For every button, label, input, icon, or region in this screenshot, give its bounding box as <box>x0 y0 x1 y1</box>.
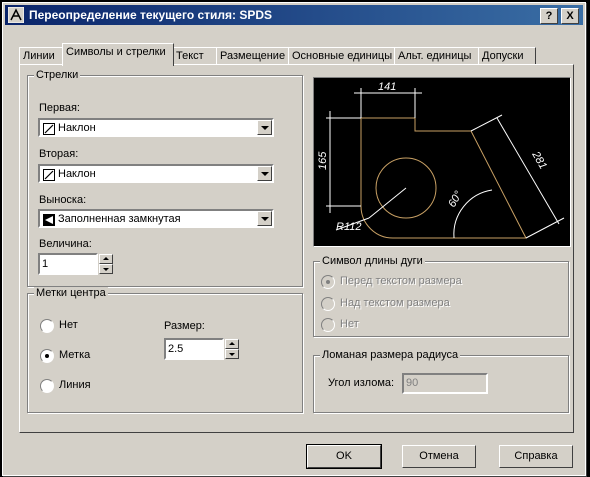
first-arrow-value: Наклон <box>58 122 96 134</box>
arc-symbol-above-radio[interactable]: Над текстом размера <box>321 297 521 311</box>
radius-jog-group: Ломаная размера радиуса Угол излома: 90 <box>313 349 569 413</box>
dim-141-text: 141 <box>378 81 396 93</box>
spin-down-button[interactable] <box>99 264 113 274</box>
first-arrow-select[interactable]: Наклон <box>38 118 274 137</box>
chevron-down-icon[interactable] <box>257 211 272 226</box>
radio-label: Нет <box>59 319 78 331</box>
title-bar[interactable]: Переопределение текущего стиля: SPDS ? X <box>5 5 583 25</box>
tab-primary-units[interactable]: Основные единицы <box>288 47 396 65</box>
jog-angle-value: 90 <box>406 377 419 389</box>
radio-label: Линия <box>59 379 91 391</box>
arrowheads-group: Стрелки Первая: Наклон Вторая: Наклон Вы… <box>27 69 303 287</box>
tab-alternate-units[interactable]: Альт. единицы <box>394 47 480 65</box>
autocad-app-icon <box>8 7 24 23</box>
dialog-window: Переопределение текущего стиля: SPDS ? X… <box>2 2 586 476</box>
arc-length-group-label: Символ длины дуги <box>320 255 425 267</box>
arc-length-symbol-group: Символ длины дуги Перед текстом размера … <box>313 255 569 337</box>
center-mark-size-input[interactable]: 2.5 <box>164 338 224 360</box>
tab-text[interactable]: Текст <box>172 47 218 65</box>
cancel-button[interactable]: Отмена <box>402 445 476 468</box>
leader-arrow-value: Заполненная замкнутая <box>58 213 181 225</box>
chevron-down-icon[interactable] <box>257 166 272 181</box>
radio-dot <box>321 275 335 289</box>
close-button[interactable]: X <box>561 8 579 24</box>
dimension-lines <box>326 88 565 239</box>
arrow-size-spinner[interactable]: 1 <box>38 253 114 275</box>
second-arrow-value: Наклон <box>58 168 96 180</box>
arrow-size-label: Величина: <box>39 238 92 250</box>
tab-fit[interactable]: Размещение <box>216 47 290 65</box>
chevron-down-icon[interactable] <box>257 120 272 135</box>
tab-tolerances[interactable]: Допуски <box>478 47 536 65</box>
spin-down-button[interactable] <box>225 349 239 359</box>
spin-up-button[interactable] <box>225 339 239 349</box>
arc-symbol-preceding-radio[interactable]: Перед текстом размера <box>321 275 521 289</box>
window-title: Переопределение текущего стиля: SPDS <box>29 8 273 22</box>
dim-angle-text: 60° <box>446 189 465 210</box>
dim-radius-text: R112 <box>336 221 361 233</box>
oblique-arrow-icon <box>43 123 55 135</box>
radio-label: Метка <box>59 349 91 361</box>
arc-symbol-none-radio[interactable]: Нет <box>321 318 521 332</box>
arrowheads-group-label: Стрелки <box>34 69 81 81</box>
center-mark-size-label: Размер: <box>164 320 205 332</box>
center-mark-line-radio[interactable]: Линия <box>40 379 120 393</box>
center-marks-group: Метки центра Нет Метка Линия Размер: 2.5 <box>27 287 303 413</box>
tab-page: Стрелки Первая: Наклон Вторая: Наклон Вы… <box>19 64 574 433</box>
leader-arrow-label: Выноска: <box>39 194 87 206</box>
radio-dot <box>321 297 335 311</box>
center-mark-size-value: 2.5 <box>168 343 184 355</box>
spin-up-button[interactable] <box>99 254 113 264</box>
radio-label: Нет <box>340 318 359 330</box>
second-arrow-label: Вторая: <box>39 148 79 160</box>
ok-button[interactable]: OK <box>306 444 382 469</box>
radio-dot <box>40 319 54 333</box>
center-mark-mark-radio[interactable]: Метка <box>40 349 120 363</box>
tab-lines[interactable]: Линии <box>19 47 65 65</box>
part-outline <box>360 117 527 239</box>
dimension-preview: 141 165 281 60° R112 <box>313 77 571 247</box>
center-mark-size-spinner[interactable]: 2.5 <box>164 338 240 360</box>
preview-drawing: 141 165 281 60° R112 <box>317 81 565 239</box>
arrow-size-value: 1 <box>42 258 49 270</box>
first-arrow-label: Первая: <box>39 102 80 114</box>
closed-filled-arrow-icon <box>43 214 55 226</box>
jog-angle-label: Угол излома: <box>328 377 395 389</box>
radio-dot <box>40 379 54 393</box>
dim-165-text: 165 <box>317 151 329 170</box>
radius-jog-group-label: Ломаная размера радиуса <box>320 349 461 361</box>
tab-symbols-arrows[interactable]: Символы и стрелки <box>62 43 174 66</box>
center-mark-none-radio[interactable]: Нет <box>40 319 120 333</box>
radio-label: Над текстом размера <box>340 297 450 309</box>
arrow-size-input[interactable]: 1 <box>38 253 98 275</box>
leader-arrow-select[interactable]: Заполненная замкнутая <box>38 209 274 228</box>
dim-281-text: 281 <box>529 149 549 172</box>
center-marks-group-label: Метки центра <box>34 287 108 299</box>
radio-label: Перед текстом размера <box>340 275 462 287</box>
help-title-button[interactable]: ? <box>540 8 558 24</box>
second-arrow-select[interactable]: Наклон <box>38 164 274 183</box>
radio-dot <box>40 349 54 363</box>
radio-dot <box>321 318 335 332</box>
oblique-arrow-icon <box>43 169 55 181</box>
help-button[interactable]: Справка <box>499 445 573 468</box>
jog-angle-input[interactable]: 90 <box>402 373 488 394</box>
